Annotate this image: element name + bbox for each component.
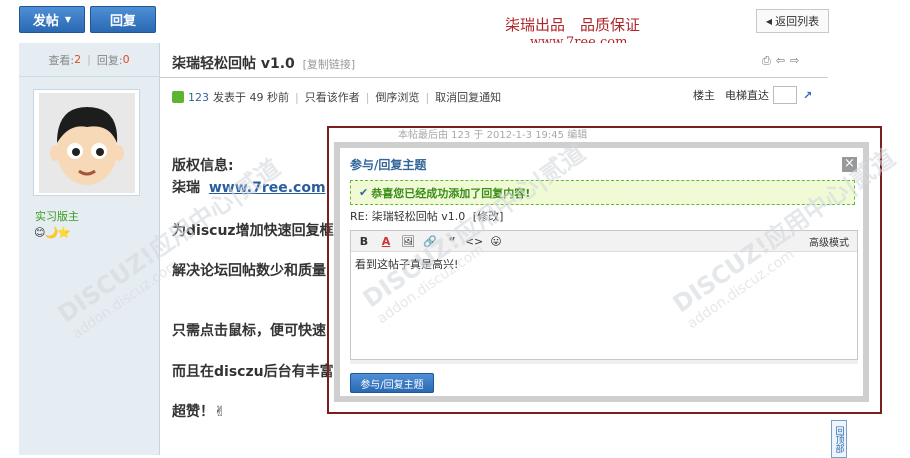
reply-dialog: 参与/回复主题 × ✔ 恭喜您已经成功添加了回复内容! RE: 柒瑞轻松回帖 v… bbox=[334, 142, 869, 402]
editor-textarea[interactable]: 看到这帖子真是高兴! bbox=[351, 252, 857, 276]
font-color-icon[interactable]: A bbox=[379, 234, 393, 248]
check-icon: ✔ bbox=[359, 186, 369, 199]
image-icon[interactable]: 🖼 bbox=[401, 234, 415, 248]
prev-thread-icon[interactable]: ⇦ bbox=[776, 54, 785, 68]
copy-link[interactable]: [复制链接] bbox=[303, 58, 356, 71]
cancel-notify-link[interactable]: 取消回复通知 bbox=[435, 89, 501, 105]
smiley-icon[interactable]: 😛 bbox=[489, 234, 503, 248]
submit-reply-button[interactable]: 参与/回复主题 bbox=[350, 373, 434, 393]
post-actions: ⎙ ⇦ ⇨ bbox=[762, 54, 799, 68]
back-to-top-button[interactable]: 回顶部 bbox=[831, 420, 847, 458]
post-title-row: 柒瑞轻松回帖 v1.0 [复制链接] bbox=[172, 53, 355, 73]
author-sidebar: 查看: 2 | 回复: 0 实习版主 😊🌙⭐ bbox=[19, 43, 160, 455]
post-time: 发表于 49 秒前 bbox=[213, 91, 289, 104]
success-notice: ✔ 恭喜您已经成功添加了回复内容! bbox=[350, 180, 855, 205]
body-copyright: 版权信息: bbox=[172, 158, 234, 174]
post-button[interactable]: 发帖 ▼ bbox=[19, 6, 85, 33]
user-group-label[interactable]: 实习版主 bbox=[35, 208, 79, 224]
dialog-close-button[interactable]: × bbox=[842, 157, 857, 172]
poster-uid[interactable]: 123 bbox=[188, 91, 209, 104]
elevator-input[interactable] bbox=[773, 86, 797, 104]
chevron-left-icon: ◀ bbox=[765, 16, 773, 26]
modify-subject-link[interactable]: [修改] bbox=[473, 210, 504, 223]
replies-value: 0 bbox=[122, 53, 130, 66]
medal-icons: 😊🌙⭐ bbox=[34, 226, 71, 239]
post-meta-row: 123 发表于 49 秒前 | 只看该作者 | 倒序浏览 | 取消回复通知 bbox=[172, 89, 501, 105]
reply-subject: RE: 柒瑞轻松回帖 v1.0 bbox=[350, 210, 466, 223]
only-author-link[interactable]: 只看该作者 bbox=[305, 89, 360, 105]
return-list-label: 返回列表 bbox=[775, 15, 820, 28]
quote-icon[interactable]: “ bbox=[445, 234, 459, 248]
body-author-link[interactable]: www.7ree.com bbox=[209, 180, 326, 196]
stats-divider: | bbox=[87, 53, 91, 66]
reply-button[interactable]: 回复 bbox=[90, 6, 156, 33]
body-line-2: 解决论坛回帖数少和质量 bbox=[172, 263, 326, 279]
thread-title: 柒瑞轻松回帖 v1.0 bbox=[172, 56, 295, 72]
cartoon-avatar-icon bbox=[38, 92, 135, 193]
reply-button-label: 回复 bbox=[109, 14, 136, 29]
advanced-mode-link[interactable]: 高级模式 bbox=[809, 234, 849, 249]
chevron-down-icon: ▼ bbox=[64, 15, 72, 24]
meta-divider: | bbox=[295, 90, 299, 104]
thread-stats: 查看: 2 | 回复: 0 bbox=[19, 43, 159, 77]
brand-slogan: 柒瑞出品 品质保证 bbox=[505, 16, 641, 34]
body-author-line: 柒瑞 www.7ree.com bbox=[172, 177, 326, 199]
back-to-top-label: 回顶部 bbox=[833, 425, 844, 453]
submit-reply-label: 参与/回复主题 bbox=[360, 379, 424, 391]
body-line-4: 而且在disczu后台有丰富 bbox=[172, 364, 334, 380]
bold-icon[interactable]: B bbox=[357, 234, 371, 248]
post-button-label: 发帖 bbox=[32, 14, 59, 29]
body-author-prefix: 柒瑞 bbox=[172, 180, 200, 197]
elevator-label: 电梯直达 bbox=[725, 89, 769, 102]
code-icon[interactable]: <> bbox=[465, 234, 483, 248]
success-message: 恭喜您已经成功添加了回复内容! bbox=[371, 186, 531, 200]
close-icon: × bbox=[844, 156, 855, 171]
floor-label: 楼主 bbox=[693, 89, 715, 102]
jump-arrow-icon[interactable]: ↗ bbox=[803, 89, 812, 102]
body-line-3: 只需点击鼠标，便可快速 bbox=[172, 323, 326, 339]
editor-bottom-bar bbox=[350, 360, 858, 364]
reply-dialog-body: 参与/回复主题 × ✔ 恭喜您已经成功添加了回复内容! RE: 柒瑞轻松回帖 v… bbox=[340, 148, 863, 396]
views-value: 2 bbox=[74, 53, 82, 66]
body-line-5: 超赞！✌ bbox=[172, 404, 226, 420]
views-label: 查看: bbox=[48, 53, 75, 67]
floor-tools: 楼主 电梯直达 ↗ bbox=[693, 86, 812, 104]
link-icon[interactable]: 🔗 bbox=[423, 234, 437, 248]
reverse-view-link[interactable]: 倒序浏览 bbox=[375, 89, 419, 105]
editor: B A 🖼 🔗 “ <> 😛 高级模式 看到这帖子真是高兴! bbox=[350, 230, 858, 360]
reply-subject-row: RE: 柒瑞轻松回帖 v1.0 [修改] bbox=[350, 208, 503, 224]
online-icon bbox=[172, 91, 184, 103]
title-divider bbox=[160, 77, 828, 78]
next-thread-icon[interactable]: ⇨ bbox=[790, 54, 799, 68]
body-line-1: 为discuz增加快速回复框 bbox=[172, 223, 334, 239]
print-icon[interactable]: ⎙ bbox=[762, 54, 771, 68]
editor-toolbar: B A 🖼 🔗 “ <> 😛 高级模式 bbox=[351, 231, 857, 252]
return-list-button[interactable]: ◀ 返回列表 bbox=[756, 9, 829, 33]
post-body: 版权信息: 柒瑞 www.7ree.com bbox=[172, 155, 326, 200]
replies-label: 回复: bbox=[96, 53, 123, 67]
dialog-title: 参与/回复主题 bbox=[350, 158, 427, 172]
meta-divider: | bbox=[425, 90, 430, 104]
meta-divider: | bbox=[365, 90, 370, 104]
avatar[interactable] bbox=[33, 89, 140, 196]
